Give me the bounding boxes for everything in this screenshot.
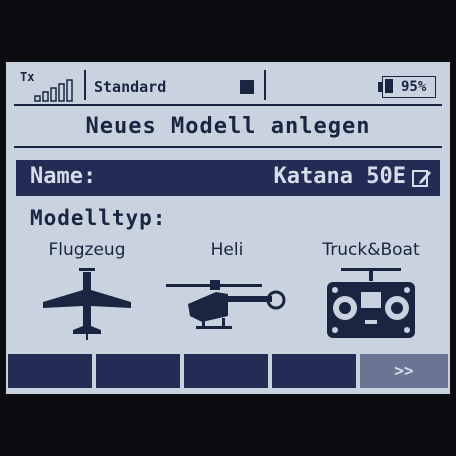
page-title: Neues Modell anlegen [85, 114, 371, 139]
model-type-truck-boat[interactable]: Truck&Boat [306, 240, 436, 342]
battery-percent: 95% [401, 79, 427, 95]
model-type-truck-boat-label: Truck&Boat [322, 240, 420, 260]
airplane-icon [43, 268, 131, 340]
model-type-airplane[interactable]: Flugzeug [22, 240, 152, 342]
battery-indicator: 95% [378, 76, 436, 98]
title-underline [14, 146, 442, 148]
softkey-4[interactable] [272, 354, 356, 388]
lcd-screen: Tx Standard 95% Neues Modell anlegen Nam… [6, 62, 450, 394]
model-type-label: Modelltyp: [30, 206, 167, 230]
softkey-2[interactable] [96, 354, 180, 388]
status-square-icon [240, 80, 254, 94]
softkey-bar: >> [6, 354, 450, 390]
model-type-airplane-label: Flugzeug [48, 240, 126, 260]
status-divider [84, 70, 86, 100]
status-underline [14, 104, 442, 106]
edit-pencil-icon[interactable] [412, 168, 432, 188]
softkey-1[interactable] [8, 354, 92, 388]
name-value[interactable]: Katana 50E [274, 164, 406, 189]
signal-strength-icon [34, 79, 73, 102]
name-label: Name: [30, 164, 97, 189]
transmitter-icon [327, 268, 415, 338]
next-page-button[interactable]: >> [360, 354, 448, 388]
tx-label: Tx [20, 70, 35, 84]
helicopter-icon [166, 280, 286, 329]
current-model-name: Standard [94, 78, 167, 96]
status-divider [264, 70, 266, 100]
model-type-heli-label: Heli [210, 240, 244, 260]
status-bar: Tx Standard 95% [14, 68, 438, 104]
softkey-3[interactable] [184, 354, 268, 388]
model-type-heli[interactable]: Heli [162, 240, 292, 342]
name-row[interactable]: Name: Katana 50E [16, 160, 440, 196]
